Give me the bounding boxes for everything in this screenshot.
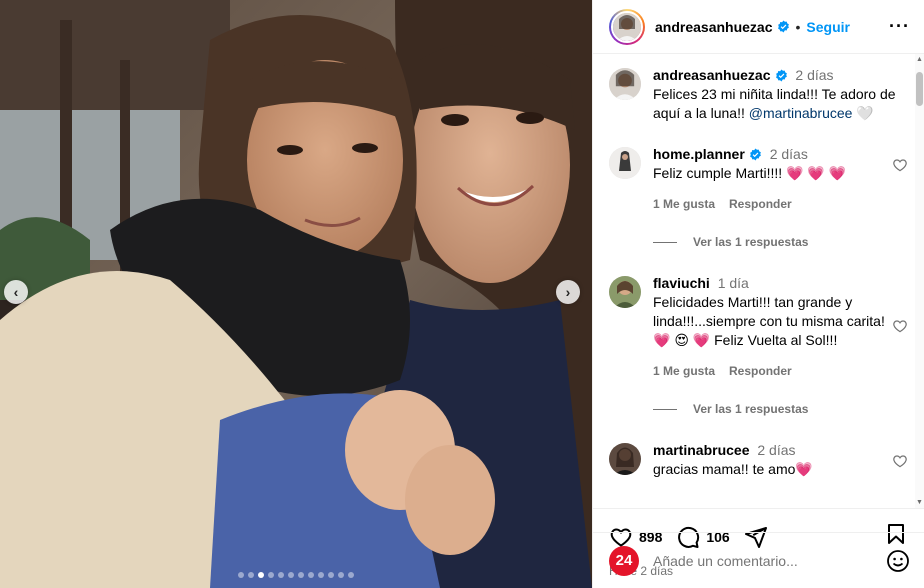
carousel-indicator — [0, 572, 592, 578]
comment-avatar[interactable] — [609, 276, 641, 308]
comment-username[interactable]: home.planner — [653, 146, 745, 162]
comment-emoji: 💗 💗 💗 — [786, 165, 847, 181]
add-comment-bar: 24 — [593, 532, 924, 588]
mention-link[interactable]: @martinabrucee — [749, 105, 853, 121]
view-replies-button[interactable]: Ver las 1 respuestas — [653, 233, 899, 252]
like-comment-heart-icon[interactable] — [892, 453, 908, 469]
carousel-dot — [298, 572, 304, 578]
avatar-image — [609, 68, 641, 100]
scroll-up-arrow-icon[interactable]: ▲ — [916, 56, 923, 63]
comment-likes-count[interactable]: 1 Me gusta — [653, 195, 715, 214]
scroll-down-arrow-icon[interactable]: ▼ — [916, 499, 923, 506]
comment-avatar[interactable] — [609, 147, 641, 179]
follow-button[interactable]: Seguir — [806, 19, 850, 35]
like-comment-heart-icon[interactable] — [892, 157, 908, 173]
comment-likes-count[interactable]: 1 Me gusta — [653, 362, 715, 381]
carousel-prev-button[interactable]: ‹ — [4, 280, 28, 304]
add-comment-input[interactable] — [653, 552, 886, 569]
caption: andreasanhuezac 2 días Felices 23 mi niñ… — [609, 66, 908, 123]
caption-text: Felices 23 mi niñita linda!!! Te adoro d… — [653, 85, 899, 123]
chevron-right-icon: › — [565, 284, 571, 300]
caption-username[interactable]: andreasanhuezac — [653, 67, 771, 83]
avatar-image — [609, 147, 641, 179]
carousel-dot — [288, 572, 294, 578]
carousel-dot — [338, 572, 344, 578]
carousel-dot — [328, 572, 334, 578]
replies-divider — [653, 242, 677, 243]
photo-image — [0, 0, 592, 588]
avatar-image — [609, 276, 641, 308]
comment-item: martinabrucee 2 días gracias mama!! te a… — [609, 441, 908, 479]
comment-username[interactable]: martinabrucee — [653, 442, 749, 458]
carousel-dot — [278, 572, 284, 578]
carousel-dot — [348, 572, 354, 578]
current-user-avatar: 24 — [609, 545, 639, 576]
caption-emoji: 🤍 — [856, 105, 874, 121]
author-username[interactable]: andreasanhuezac — [655, 19, 773, 35]
comment-text: gracias mama!! te amo — [653, 461, 796, 477]
caption-avatar[interactable] — [609, 68, 641, 100]
reply-button[interactable]: Responder — [729, 362, 792, 381]
carousel-dot — [268, 572, 274, 578]
post-details-panel: andreasanhuezac • Seguir ··· andreasanhu… — [592, 0, 924, 588]
verified-badge-icon — [749, 148, 761, 161]
comment-text: Feliz cumple Marti!!!! — [653, 165, 787, 181]
post-photo[interactable]: ‹ › — [0, 0, 592, 588]
comment-emoji: 💗 — [795, 461, 813, 477]
reply-button[interactable]: Responder — [729, 195, 792, 214]
comments-list[interactable]: andreasanhuezac 2 días Felices 23 mi niñ… — [593, 54, 924, 508]
caption-time[interactable]: 2 días — [795, 67, 833, 83]
avatar-image — [613, 12, 641, 41]
like-comment-heart-icon[interactable] — [892, 318, 908, 334]
avatar-image — [609, 443, 641, 475]
carousel-dot — [308, 572, 314, 578]
view-replies-label: Ver las 1 respuestas — [693, 402, 809, 416]
carousel-dot — [258, 572, 264, 578]
comment-item: flaviuchi 1 día Felicidades Marti!!! tan… — [609, 274, 908, 419]
comments-scrollbar[interactable]: ▲ ▼ — [915, 54, 924, 508]
carousel-next-button[interactable]: › — [556, 280, 580, 304]
verified-badge-icon — [775, 69, 787, 82]
view-replies-label: Ver las 1 respuestas — [693, 235, 809, 249]
comment-time[interactable]: 2 días — [757, 442, 795, 458]
more-options-icon[interactable]: ··· — [889, 16, 910, 37]
verified-badge-icon — [777, 20, 789, 33]
separator-bullet: • — [795, 18, 801, 35]
comment-text: Felicidades Marti!!! tan grande y linda!… — [653, 294, 885, 348]
author-avatar[interactable] — [609, 8, 645, 45]
carousel-dot — [238, 572, 244, 578]
view-replies-button[interactable]: Ver las 1 respuestas — [653, 400, 899, 419]
comment-avatar[interactable] — [609, 443, 641, 475]
comment-time[interactable]: 1 día — [718, 275, 749, 291]
scrollbar-thumb[interactable] — [916, 72, 923, 106]
carousel-dot — [318, 572, 324, 578]
comment-username[interactable]: flaviuchi — [653, 275, 710, 291]
replies-divider — [653, 409, 677, 410]
post-header: andreasanhuezac • Seguir ··· — [593, 0, 924, 54]
comment-item: home.planner 2 días Feliz cumple Marti!!… — [609, 145, 908, 252]
chevron-left-icon: ‹ — [13, 284, 19, 300]
emoji-smiley-icon[interactable] — [886, 549, 910, 573]
instagram-post: ‹ › andreasanhuezac • Seguir ··· andreas… — [0, 0, 924, 588]
comment-time[interactable]: 2 días — [770, 146, 808, 162]
carousel-dot — [248, 572, 254, 578]
